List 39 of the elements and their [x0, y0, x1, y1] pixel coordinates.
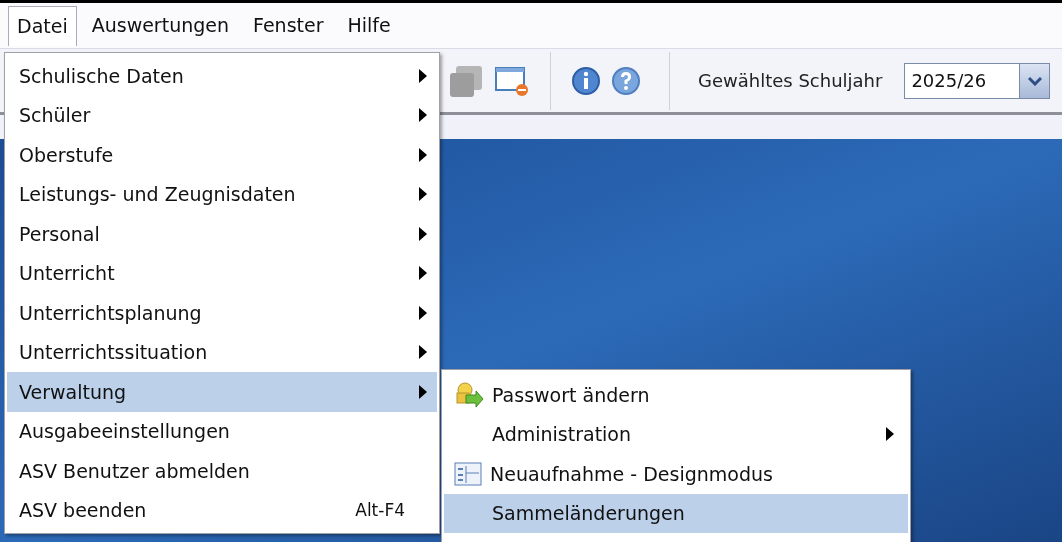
- submenu-arrow-icon: [419, 108, 427, 123]
- submenu-arrow-icon: [419, 345, 427, 360]
- submenu-arrow-icon: [419, 147, 427, 162]
- menu-item[interactable]: Leistungs- und Zeugnisdaten: [7, 174, 437, 214]
- submenu-arrow-icon: [419, 187, 427, 202]
- menu-bar-item[interactable]: Datei: [8, 5, 77, 46]
- menu-bar-item[interactable]: Fenster: [244, 5, 333, 46]
- help-icon[interactable]: [611, 65, 641, 96]
- submenu-arrow-icon: [419, 266, 427, 281]
- menu-item[interactable]: Unterricht: [7, 253, 437, 293]
- menu-item[interactable]: Unterrichtssituation: [7, 332, 437, 372]
- shortcut-text: Alt-F4: [355, 498, 405, 522]
- submenu-arrow-icon: [419, 68, 427, 83]
- menu-item[interactable]: Administration: [444, 414, 908, 454]
- menu-item[interactable]: Schüler: [7, 95, 437, 135]
- keys-icon: [454, 380, 484, 409]
- form-icon: [454, 461, 482, 486]
- menu-item[interactable]: Ausgabeeinstellungen: [7, 411, 437, 451]
- menu-item[interactable]: Oberstufe: [7, 135, 437, 175]
- menu-bar-item[interactable]: Auswertungen: [82, 5, 238, 46]
- info-icon[interactable]: [571, 65, 601, 96]
- menu-item[interactable]: Personal: [7, 214, 437, 254]
- menu-item[interactable]: Sammeländerungen: [444, 493, 908, 533]
- submenu-arrow-icon: [419, 305, 427, 320]
- submenu-arrow-icon: [419, 384, 427, 399]
- menu-item[interactable]: Passwort ändern: [444, 375, 908, 415]
- menu-item[interactable]: Schulische Daten: [7, 56, 437, 96]
- submenu-arrow-icon: [886, 427, 894, 442]
- menu-item[interactable]: Unterrichtsplanung: [7, 293, 437, 333]
- windows-icon[interactable]: [448, 63, 484, 98]
- year-label: Gewähltes Schuljahr: [698, 69, 883, 93]
- year-dropdown[interactable]: 2025/26: [904, 62, 1051, 99]
- menu-bar-item[interactable]: Hilfe: [338, 5, 400, 46]
- menu-item[interactable]: Verwaltung: [7, 372, 437, 412]
- chevron-down-icon: [1027, 75, 1042, 86]
- menu-item[interactable]: ASV Benutzer abmelden: [7, 451, 437, 491]
- menu-item[interactable]: ASV beenden Alt-F4: [7, 490, 437, 530]
- menu-item[interactable]: Neuaufnahme - Designmodus: [444, 454, 908, 494]
- submenu-arrow-icon: [419, 226, 427, 241]
